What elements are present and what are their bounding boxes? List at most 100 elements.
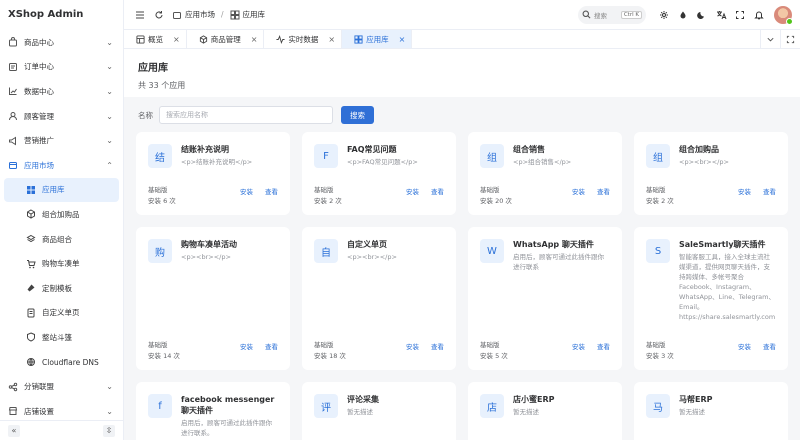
tab-app-library[interactable]: 应用库 × [342,30,413,48]
menu-data[interactable]: 数据中心 ⌄ [0,79,123,104]
cloak-icon [26,332,36,342]
install-button[interactable]: 安装 [406,341,419,351]
card-header: 店 店小蜜ERP 暂无描述 [480,394,610,418]
fullscreen-icon[interactable] [731,6,749,24]
close-icon[interactable]: × [251,35,258,44]
card-header: 购 购物车凑单活动 <p><br></p> [148,239,278,263]
close-icon[interactable]: × [173,35,180,44]
card-header: 结 结账补充说明 <p>结账补充说明</p> [148,144,278,168]
menu-label: 顾客管理 [24,111,54,121]
top-header: 应用市场 / 应用库 搜索 Ctrl K [124,0,800,29]
app-description: <p>FAQ常见问题</p> [347,158,418,166]
bag-icon [8,37,18,47]
app-card[interactable]: 组 组合加购品 <p><br></p> 基础版 安装 2 次 安装 查看 [634,132,788,215]
bell-icon[interactable] [750,6,768,24]
chevron-down-icon: ⌄ [106,37,113,47]
menu-orders[interactable]: 订单中心 ⌄ [0,55,123,80]
settings-icon[interactable] [655,6,673,24]
tab-realtime-data[interactable]: 实时数据 × [264,30,343,48]
submenu-label: 自定义单页 [42,308,80,318]
filter-bar: 名称 搜索 [136,106,788,124]
install-button[interactable]: 安装 [572,186,585,196]
menu-label: 店铺设置 [24,406,54,416]
card-header: F FAQ常见问题 <p>FAQ常见问题</p> [314,144,444,168]
submenu-app-library[interactable]: 应用库 [4,177,119,203]
submenu-cart-fill[interactable]: 购物车凑单 [4,251,119,276]
submenu-custom-template[interactable]: 定制模板 [4,276,119,301]
app-icon: S [646,239,670,263]
header-tools: 搜索 Ctrl K [578,5,793,25]
app-card[interactable]: 购 购物车凑单活动 <p><br></p> 基础版 安装 14 次 安装 查看 [136,227,290,370]
tab-overview[interactable]: 概览 × [124,30,187,48]
app-card[interactable]: 自 自定义单页 <p><br></p> 基础版 安装 18 次 安装 查看 [302,227,456,370]
install-button[interactable]: 安装 [240,186,253,196]
menu-customers[interactable]: 顾客管理 ⌄ [0,104,123,129]
app-icon: 购 [148,239,172,263]
view-button[interactable]: 查看 [265,341,278,351]
dark-mode-icon[interactable] [693,6,711,24]
submenu-bundle-addon[interactable]: 组合加购品 [4,202,119,227]
card-meta: 基础版 安装 6 次 [148,185,176,207]
app-name: FAQ常见问题 [347,145,397,154]
chevron-down-icon: ⌄ [106,382,113,392]
submenu-cloudflare-dns[interactable]: Cloudflare DNS [4,350,119,375]
app-card[interactable]: 店 店小蜜ERP 暂无描述 [468,382,622,440]
close-icon[interactable]: × [399,35,406,44]
breadcrumb-item[interactable]: 应用库 [243,9,266,20]
chevron-down-icon[interactable] [760,30,780,48]
app-card[interactable]: S SaleSmartly聊天插件 智能客服工具，接入全球主流社媒渠道，提供网页… [634,227,788,370]
breadcrumb-item[interactable]: 应用市场 [185,9,215,20]
promo-icon [8,136,18,146]
view-button[interactable]: 查看 [265,186,278,196]
app-card[interactable]: 结 结账补充说明 <p>结账补充说明</p> 基础版 安装 6 次 安装 查看 [136,132,290,215]
avatar[interactable] [774,5,793,25]
app-card[interactable]: F FAQ常见问题 <p>FAQ常见问题</p> 基础版 安装 2 次 安装 查… [302,132,456,215]
chevron-down-icon: ⌄ [106,86,113,96]
translate-icon[interactable] [712,6,730,24]
app-card[interactable]: 组 组合销售 <p>组合销售</p> 基础版 安装 20 次 安装 查看 [468,132,622,215]
pin-icon[interactable]: ⇳ [103,424,115,437]
apps-icon [172,10,182,20]
install-button[interactable]: 安装 [572,341,585,351]
refresh-icon[interactable] [151,7,167,23]
app-card[interactable]: 马 马帮ERP 暂无描述 [634,382,788,440]
theme-icon[interactable] [674,6,692,24]
view-button[interactable]: 查看 [431,341,444,351]
menu-marketing[interactable]: 营销推广 ⌄ [0,128,123,153]
app-grid: 结 结账补充说明 <p>结账补充说明</p> 基础版 安装 6 次 安装 查看 … [136,132,788,440]
app-card[interactable]: f facebook messenger 聊天插件 启用后，顾客可通过此插件跟你… [136,382,290,440]
global-search[interactable]: 搜索 Ctrl K [578,5,646,24]
submenu-label: 组合加购品 [42,209,80,219]
install-button[interactable]: 安装 [738,186,751,196]
menu-app-market[interactable]: 应用市场 ⌃ [0,153,123,178]
maximize-icon[interactable] [780,30,800,48]
card-meta: 基础版 安装 2 次 [314,185,342,207]
submenu-site-cloak[interactable]: 整站斗篷 [4,325,119,350]
app-card[interactable]: W WhatsApp 聊天插件 启用后，顾客可通过此插件跟你进行联系 基础版 安… [468,227,622,370]
app-icon: F [314,144,338,168]
menu-products[interactable]: 商品中心 ⌄ [0,30,123,55]
menu-toggle-icon[interactable] [132,7,148,23]
close-icon[interactable]: × [328,35,335,44]
collapse-sidebar-icon[interactable]: « [8,424,20,437]
install-button[interactable]: 安装 [240,341,253,351]
tab-product-management[interactable]: 商品管理 × [187,30,265,48]
card-actions: 安装 查看 [406,341,444,351]
view-button[interactable]: 查看 [431,186,444,196]
submenu-custom-page[interactable]: 自定义单页 [4,301,119,326]
view-button[interactable]: 查看 [763,186,776,196]
app-card[interactable]: 评 评论采集 暂无描述 [302,382,456,440]
install-button[interactable]: 安装 [406,186,419,196]
view-button[interactable]: 查看 [763,341,776,351]
menu-label: 应用市场 [24,160,54,170]
submenu-label: 定制模板 [42,283,72,293]
search-button[interactable]: 搜索 [341,106,374,124]
view-button[interactable]: 查看 [597,186,610,196]
card-info: 组合销售 <p>组合销售</p> [513,144,571,168]
install-button[interactable]: 安装 [738,341,751,351]
submenu-product-combo[interactable]: 商品组合 [4,227,119,252]
menu-affiliate[interactable]: 分销联盟 ⌄ [0,374,123,399]
view-button[interactable]: 查看 [597,341,610,351]
app-name-search-input[interactable] [159,106,333,124]
card-actions: 安装 查看 [572,341,610,351]
